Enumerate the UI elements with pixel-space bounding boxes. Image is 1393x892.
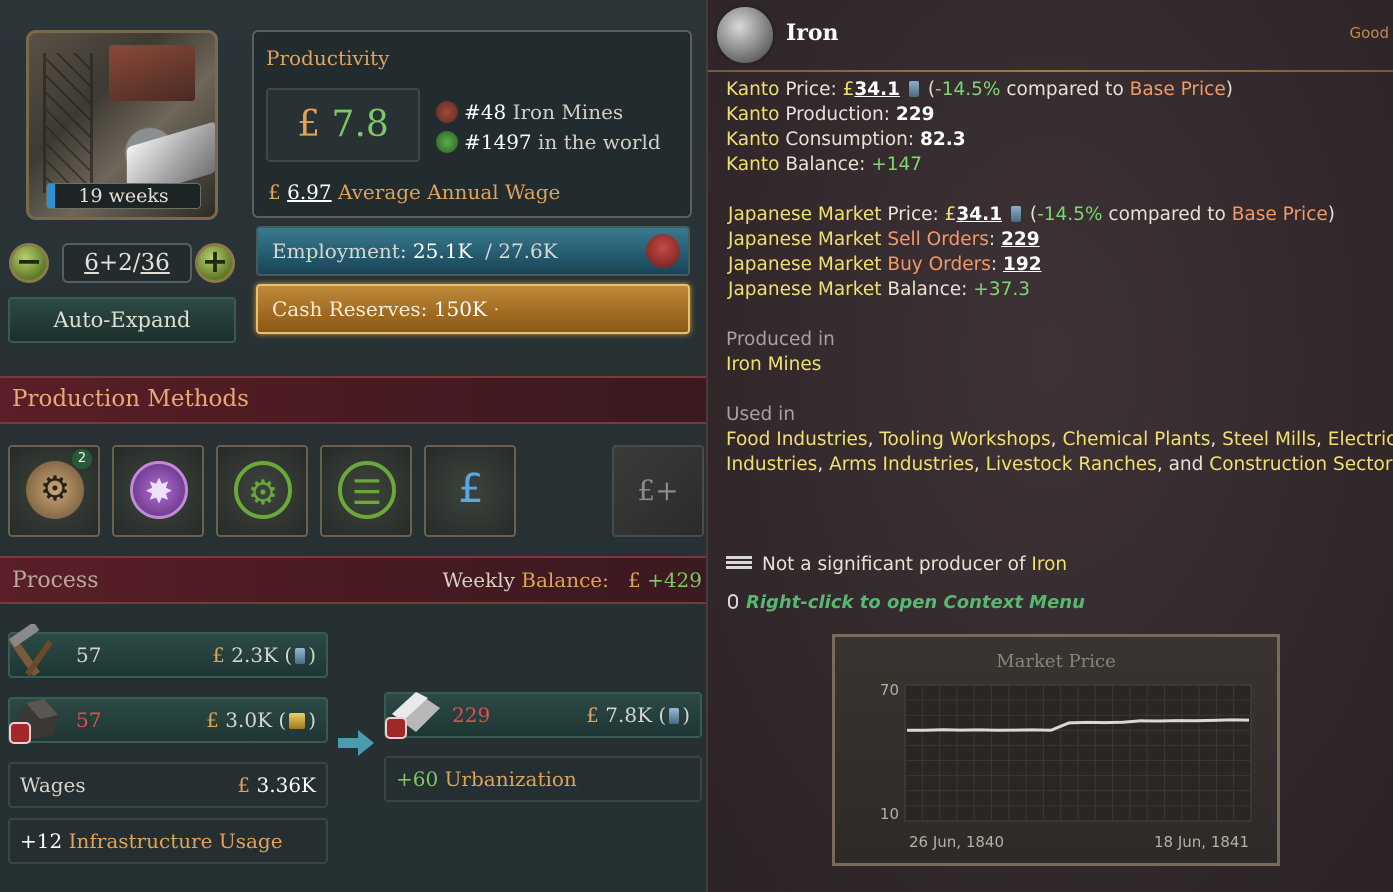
process-header: Process Weekly Balance: £ +429: [0, 556, 706, 604]
expand-button[interactable]: +: [195, 243, 235, 283]
market-price-line: Japanese Market Price: £34.1 (-14.5% com…: [728, 204, 1335, 225]
arrow-right-icon: [338, 730, 374, 756]
kanto-balance-line: Kanto Balance: +147: [726, 154, 923, 175]
weeks-label: 19 weeks: [78, 185, 169, 207]
coal-icon: [9, 699, 58, 744]
tooltip-title: Iron: [786, 20, 839, 46]
building-level: 6+2/36: [62, 243, 192, 283]
market-balance-line: Japanese Market Balance: +37.3: [728, 279, 1030, 300]
used-in-label: Used in: [726, 404, 796, 425]
market-sell-orders-line: Japanese Market Sell Orders: 229: [728, 229, 1040, 250]
stockpile-icon: [669, 708, 680, 724]
national-rank: #48 Iron Mines: [436, 100, 623, 124]
add-production-method-button[interactable]: £+: [612, 445, 704, 537]
rank-up-icon: [436, 131, 458, 153]
stockpile-icon: [908, 81, 919, 97]
stockpile-icon: [295, 648, 306, 664]
kanto-price-line: Kanto Price: £34.1 (-14.5% compared to B…: [726, 79, 1233, 100]
iron-icon: [385, 692, 440, 739]
downsize-button[interactable]: −: [9, 243, 49, 283]
pm-slot-explosives[interactable]: ✸: [112, 445, 204, 537]
rank-down-icon: [436, 101, 458, 123]
input-tools-row[interactable]: 57 £ 2.3K (): [8, 624, 328, 678]
urbanization-row: +60 Urbanization: [384, 756, 702, 802]
building-panel: 19 weeks − 6+2/36 + Auto-Expand Producti…: [0, 0, 706, 892]
significance-line: Not a significant producer of Iron: [726, 554, 1067, 575]
tools-icon: [8, 624, 53, 677]
productivity-title: Productivity: [266, 46, 390, 70]
no-rail-icon: ☰: [338, 461, 396, 519]
output-iron-row[interactable]: 229 £ 7.8K (): [384, 692, 702, 739]
mouse-icon: [728, 594, 738, 609]
kanto-production-line: Kanto Production: 229: [726, 104, 935, 125]
average-wage: £ 6.97 Average Annual Wage: [268, 180, 561, 204]
wages-row: Wages £ 3.36K: [8, 762, 328, 808]
header-divider: [708, 70, 1393, 72]
production-methods-header: Production Methods: [0, 376, 706, 424]
world-rank: #1497 in the world: [436, 130, 661, 154]
iron-mine-image: 19 weeks: [26, 30, 218, 220]
privately-owned-icon: £: [458, 466, 484, 512]
used-in-line-2: Industries, Arms Industries, Livestock R…: [726, 454, 1393, 475]
productivity-panel: Productivity £ 7.8 #48 Iron Mines #1497 …: [252, 30, 692, 218]
produced-in-label: Produced in: [726, 329, 835, 350]
pm-slot-extraction[interactable]: ⚙ 2: [8, 445, 100, 537]
cash-reserves-bar[interactable]: Cash Reserves: 150K ·: [256, 284, 690, 334]
goods-tooltip: Iron Good Kanto Price: £34.1 (-14.5% com…: [706, 0, 1393, 892]
no-automation-icon: ⚙: [234, 461, 292, 519]
explosives-icon: ✸: [130, 461, 188, 519]
auto-expand-button[interactable]: Auto-Expand: [8, 297, 236, 343]
chart-plot: 70 10 26 Jun, 1840 18 Jun, 1841: [880, 681, 1252, 851]
weekly-balance: Weekly Balance: £ +429: [442, 568, 703, 592]
x-tick-label: 26 Jun, 1840: [909, 833, 1004, 851]
market-buy-orders-line: Japanese Market Buy Orders: 192: [728, 254, 1042, 275]
iron-good-icon: [714, 4, 776, 66]
pm-slot-ownership[interactable]: £: [424, 445, 516, 537]
pm-options-badge: 2: [72, 449, 92, 469]
produced-in-value: Iron Mines: [726, 354, 822, 375]
used-in-line-1: Food Industries, Tooling Workshops, Chem…: [726, 429, 1393, 450]
employment-bar[interactable]: Employment: 25.1K / 27.6K: [256, 226, 690, 276]
productivity-value: £ 7.8: [266, 88, 420, 162]
steam-pump-icon: ⚙: [26, 461, 84, 519]
not-significant-icon: [726, 556, 752, 570]
tooltip-category: Good: [1349, 24, 1390, 42]
construction-progress: 19 weeks: [46, 183, 201, 209]
input-coal-row[interactable]: 57 £ 3.0K (): [8, 697, 328, 744]
context-menu-hint: Right-click to open Context Menu: [728, 592, 1085, 613]
x-tick-label: 18 Jun, 1841: [1154, 833, 1249, 851]
y-tick-label: 10: [880, 805, 899, 823]
population-icon: [646, 234, 680, 268]
infrastructure-row: +12 Infrastructure Usage: [8, 818, 328, 864]
pm-slot-transport[interactable]: ☰: [320, 445, 412, 537]
kanto-consumption-line: Kanto Consumption: 82.3: [726, 129, 966, 150]
stockpile-icon: [1010, 206, 1021, 222]
market-price-chart: Market Price 70 10 26 Jun, 1840 18 Jun, 184…: [832, 634, 1280, 866]
y-tick-label: 70: [880, 681, 899, 699]
pm-slot-automation[interactable]: ⚙: [216, 445, 308, 537]
coins-icon: [289, 713, 306, 729]
